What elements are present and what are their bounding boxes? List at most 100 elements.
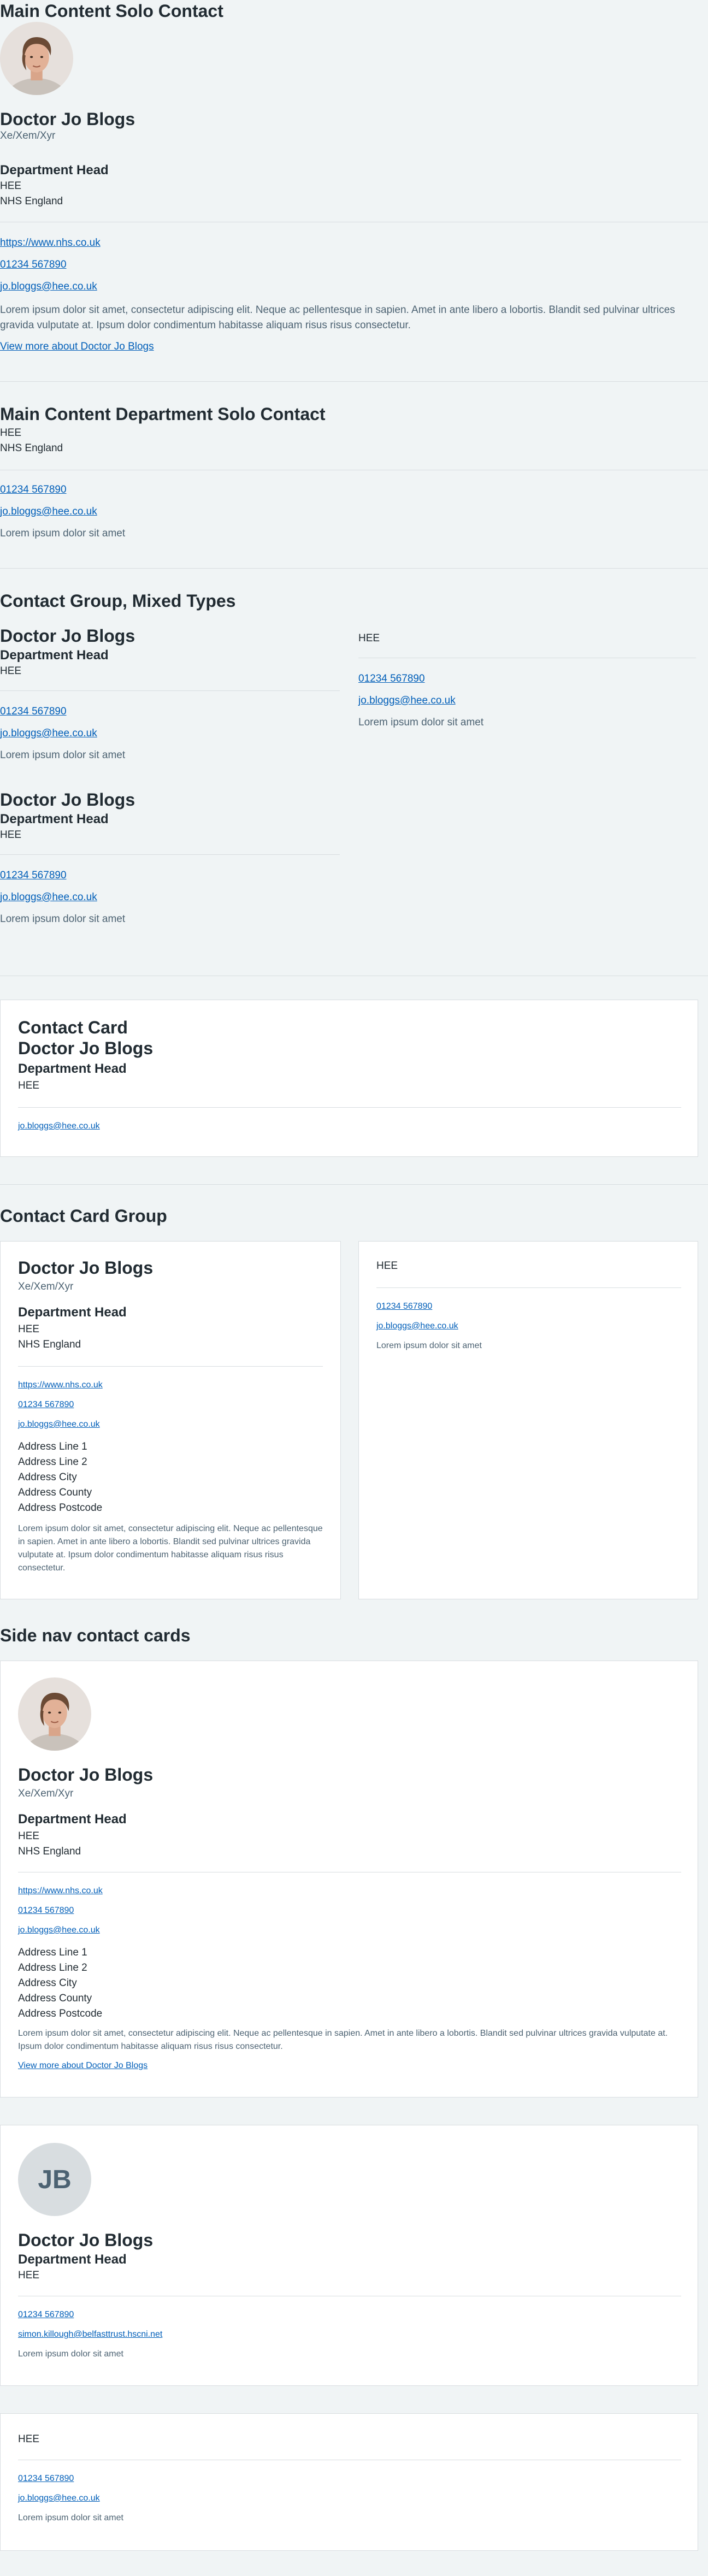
side-nav-contact-card: Doctor Jo Blogs Xe/Xem/Xyr Department He… (0, 1661, 698, 2098)
divider (0, 690, 340, 691)
contact-role: Department Head (18, 2252, 127, 2267)
contact-org: HEE (0, 665, 22, 677)
address-line: Address Postcode (18, 1502, 103, 1514)
side-nav-contact-card: HEE 01234 567890 jo.bloggs@hee.co.uk Lor… (0, 2413, 698, 2551)
contact-name: Doctor Jo Blogs (0, 109, 135, 129)
section-title: Main Content Solo Contact (0, 1, 223, 21)
contact-role: Department Head (18, 1061, 127, 1076)
email-link[interactable]: jo.bloggs@hee.co.uk (0, 281, 97, 293)
contact-org: HEE (18, 2433, 40, 2445)
address-line: Address Line 2 (18, 1456, 87, 1468)
contact-org: HEE (18, 1324, 40, 1335)
email-link[interactable]: jo.bloggs@hee.co.uk (18, 1121, 100, 1131)
section-main-solo-contact: Main Content Solo Contact Doctor Jo Blog… (0, 0, 708, 352)
contact-description: Lorem ipsum dolor sit amet, consectetur … (18, 1524, 323, 1573)
contact-description: Lorem ipsum dolor sit amet (358, 717, 484, 728)
section-title: Contact Card Group (0, 1206, 167, 1226)
contact-card-person: Doctor Jo Blogs Xe/Xem/Xyr Department He… (0, 1241, 341, 1599)
contact-role: Department Head (18, 1812, 127, 1827)
phone-link[interactable]: 01234 567890 (18, 2474, 74, 2484)
divider (18, 1366, 323, 1367)
section-title: Main Content Department Solo Contact (0, 404, 326, 424)
contact-card-department: HEE 01234 567890 jo.bloggs@hee.co.uk Lor… (358, 1241, 698, 1599)
address-line: Address Postcode (18, 2008, 103, 2019)
section-title: Side nav contact cards (0, 1626, 191, 1645)
divider (0, 854, 340, 855)
contact-org: HEE (0, 180, 22, 192)
section-contact-group-mixed: Contact Group, Mixed Types Doctor Jo Blo… (0, 590, 708, 961)
phone-link[interactable]: 01234 567890 (376, 1302, 432, 1311)
address-line: Address Line 1 (18, 1947, 87, 1958)
phone-link[interactable]: 01234 567890 (358, 673, 425, 685)
phone-link[interactable]: 01234 567890 (0, 870, 67, 882)
contact-role: Department Head (0, 812, 109, 826)
avatar (18, 1677, 91, 1751)
contact-description: Lorem ipsum dolor sit amet (0, 913, 126, 925)
contact-role: Department Head (0, 648, 109, 663)
contact-org: HEE (18, 1830, 40, 1842)
address-line: Address County (18, 1487, 92, 1498)
contact-region: NHS England (18, 1339, 81, 1350)
contact-org: HEE (0, 829, 22, 841)
website-link[interactable]: https://www.nhs.co.uk (18, 1380, 103, 1390)
view-more-link[interactable]: View more about Doctor Jo Blogs (18, 2061, 148, 2071)
email-link[interactable]: simon.killough@belfasttrust.hscni.net (18, 2330, 162, 2339)
address-line: Address City (18, 1472, 77, 1483)
address-line: Address Line 1 (18, 1441, 87, 1452)
section-divider (0, 381, 708, 382)
email-link[interactable]: jo.bloggs@hee.co.uk (0, 891, 97, 903)
contact-org: HEE (0, 427, 22, 439)
contact-org: HEE (18, 2270, 40, 2281)
email-link[interactable]: jo.bloggs@hee.co.uk (18, 1925, 100, 1935)
contact-org: HEE (18, 1080, 40, 1091)
contact-pronouns: Xe/Xem/Xyr (18, 1788, 74, 1799)
phone-link[interactable]: 01234 567890 (0, 484, 67, 496)
contact-name: Doctor Jo Blogs (0, 790, 135, 810)
phone-link[interactable]: 01234 567890 (18, 1906, 74, 1916)
contact-region: NHS England (18, 1846, 81, 1857)
contact-description: Lorem ipsum dolor sit amet, consectetur … (0, 304, 675, 331)
email-link[interactable]: jo.bloggs@hee.co.uk (358, 695, 456, 707)
contact-name: Doctor Jo Blogs (18, 1038, 154, 1058)
contact-card: Contact Card Doctor Jo Blogs Department … (0, 1000, 698, 1157)
section-divider (0, 1184, 708, 1185)
email-link[interactable]: jo.bloggs@hee.co.uk (0, 506, 97, 518)
address-block: Address Line 1 Address Line 2 Address Ci… (18, 1439, 102, 1516)
website-link[interactable]: https://www.nhs.co.uk (18, 1886, 103, 1896)
side-nav-contact-card: JB Doctor Jo Blogs Department Head HEE 0… (0, 2125, 698, 2386)
avatar (0, 22, 73, 95)
section-department-solo-contact: Main Content Department Solo Contact HEE… (0, 403, 708, 539)
phone-link[interactable]: 01234 567890 (18, 1400, 74, 1410)
contact-description: Lorem ipsum dolor sit amet (18, 2349, 123, 2359)
email-link[interactable]: jo.bloggs@hee.co.uk (18, 1420, 100, 1429)
contact-name: Doctor Jo Blogs (0, 626, 135, 646)
contact-description: Lorem ipsum dolor sit amet (0, 749, 126, 761)
view-more-link[interactable]: View more about Doctor Jo Blogs (0, 341, 154, 353)
avatar-initials: JB (18, 2143, 91, 2216)
phone-link[interactable]: 01234 567890 (0, 259, 67, 271)
email-link[interactable]: jo.bloggs@hee.co.uk (0, 728, 97, 740)
email-link[interactable]: jo.bloggs@hee.co.uk (18, 2494, 100, 2503)
profile-photo (0, 22, 73, 95)
address-line: Address City (18, 1977, 77, 1989)
contact-pronouns: Xe/Xem/Xyr (18, 1281, 74, 1292)
section-divider (0, 568, 708, 569)
address-line: Address Line 2 (18, 1962, 87, 1974)
card-title: Contact Card (18, 1018, 128, 1037)
initials-text: JB (38, 2165, 72, 2194)
contact-role: Department Head (0, 163, 109, 178)
contact-description: Lorem ipsum dolor sit amet (376, 1341, 482, 1350)
contact-name: Doctor Jo Blogs (18, 2230, 154, 2250)
website-link[interactable]: https://www.nhs.co.uk (0, 237, 101, 249)
divider (18, 1107, 681, 1108)
email-link[interactable]: jo.bloggs@hee.co.uk (376, 1321, 458, 1331)
phone-link[interactable]: 01234 567890 (0, 706, 67, 718)
contact-pronouns: Xe/Xem/Xyr (0, 130, 56, 141)
profile-photo (18, 1677, 91, 1751)
phone-link[interactable]: 01234 567890 (18, 2310, 74, 2320)
section-title: Contact Group, Mixed Types (0, 591, 236, 611)
contact-person: Doctor Jo Blogs Department Head HEE 0123… (0, 789, 340, 936)
divider (376, 1287, 681, 1288)
contact-department: HEE 01234 567890 jo.bloggs@hee.co.uk Lor… (358, 625, 708, 772)
contact-name: Doctor Jo Blogs (18, 1258, 154, 1278)
